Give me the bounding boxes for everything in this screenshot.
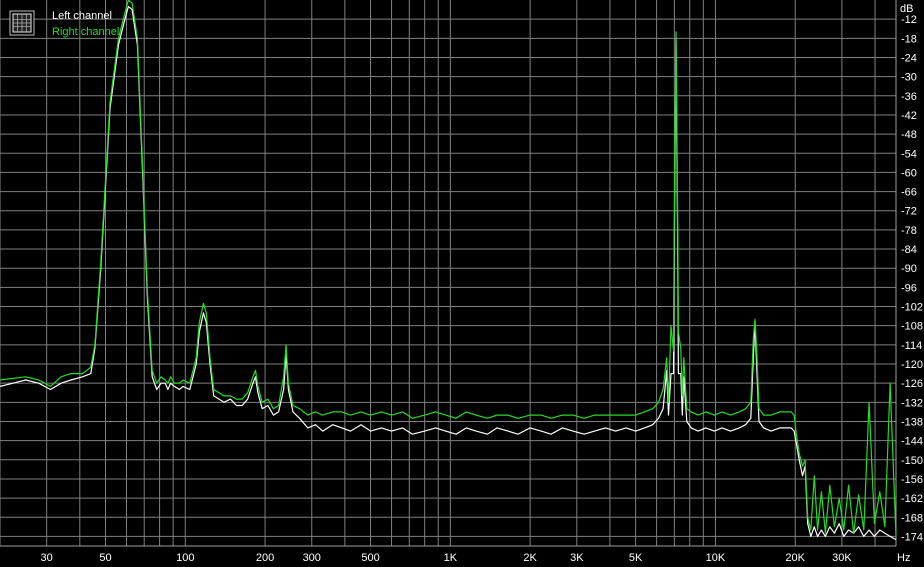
y-tick-label: -162 [901,493,923,505]
x-tick-label: 100 [176,552,194,564]
y-tick-label: -144 [901,436,923,448]
x-axis-unit-label: Hz [897,552,910,564]
x-tick-label: 10K [706,552,726,564]
x-tick-label: 20K [785,552,805,564]
y-tick-label: -96 [901,282,917,294]
y-tick-label: -114 [901,340,922,352]
y-tick-label: -120 [901,359,923,371]
x-tick-label: 30 [41,552,53,564]
y-tick-label: -48 [901,129,917,141]
x-tick-label: 2K [523,552,537,564]
y-tick-label: -84 [901,244,917,256]
y-tick-label: -24 [901,52,917,64]
y-tick-label: -72 [901,206,917,218]
y-tick-label: -18 [901,33,917,45]
y-tick-label: -132 [901,397,923,409]
y-tick-label: -12 [901,14,917,26]
y-tick-label: -54 [901,148,917,160]
spectrum-chart: 30 50 100 200 300 500 1K 2K 3K 5K 10K 20K 30K -12 -18… [0,0,924,567]
legend-right-channel: Right channel [52,26,119,38]
y-tick-label: -168 [901,512,923,524]
legend-left-channel: Left channel [52,10,112,22]
spectrum-grid-icon [9,10,35,36]
x-tick-label: 3K [570,552,584,564]
y-tick-label: -66 [901,187,917,199]
y-tick-label: -42 [901,110,917,122]
y-tick-label: -150 [901,455,923,467]
y-tick-label: -30 [901,72,917,84]
x-tick-label: 300 [303,552,321,564]
y-tick-label: -78 [901,225,917,237]
y-tick-label: -60 [901,167,917,179]
y-tick-label: -138 [901,416,923,428]
y-tick-label: -90 [901,263,917,275]
y-tick-label: -174 [901,531,923,543]
x-tick-label: 5K [629,552,643,564]
x-tick-label: 200 [256,552,274,564]
y-tick-label: -108 [901,321,923,333]
y-tick-label: -102 [901,302,923,314]
x-tick-label: 1K [444,552,458,564]
x-tick-label: 50 [99,552,111,564]
y-axis-unit-label: dB [900,3,913,15]
y-tick-label: -36 [901,91,917,103]
x-tick-label: 500 [361,552,379,564]
y-tick-label: -126 [901,378,923,390]
y-tick-label: -156 [901,474,923,486]
x-tick-label: 30K [832,552,852,564]
